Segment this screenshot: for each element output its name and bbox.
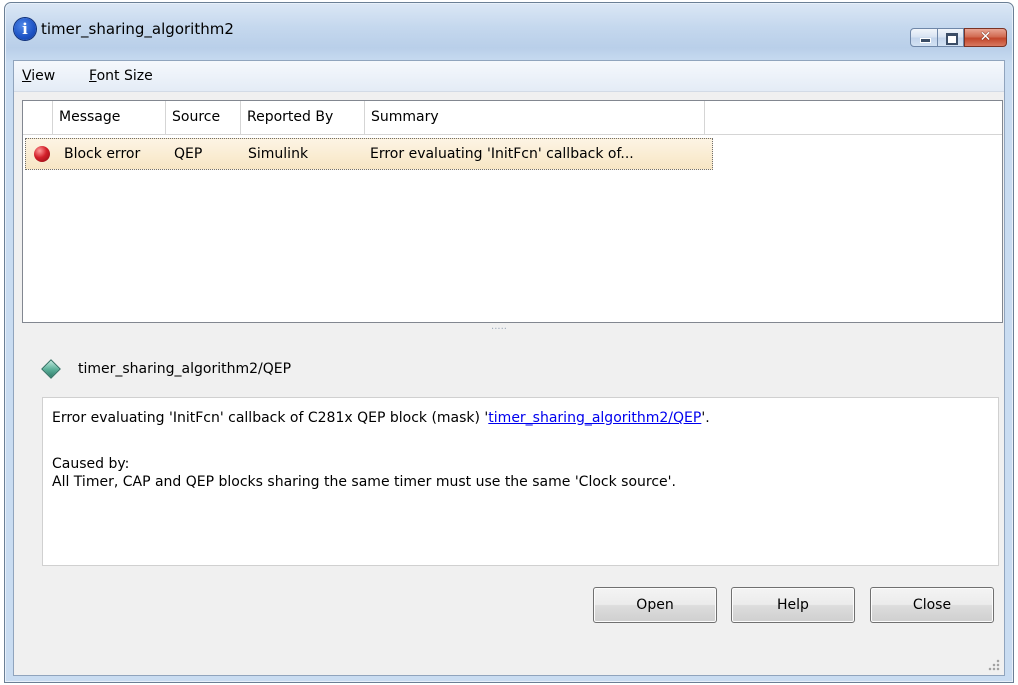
close-icon: ✕ <box>979 29 992 45</box>
splitter-grip[interactable]: ..... <box>484 322 514 332</box>
cell-summary: Error evaluating 'InitFcn' callback of..… <box>370 146 634 162</box>
menu-font-size-label: ont Size <box>96 68 153 84</box>
dialog-client-area: View Font Size Message Source Reported B… <box>13 60 1005 676</box>
maximize-button[interactable] <box>938 28 964 47</box>
window-title: timer_sharing_algorithm2 <box>41 20 234 38</box>
title-bar[interactable]: i timer_sharing_algorithm2 ✕ <box>5 3 1013 59</box>
block-path: timer_sharing_algorithm2/QEP <box>78 361 292 377</box>
column-header-message[interactable]: Message <box>53 101 166 134</box>
cell-message: Block error <box>64 146 141 162</box>
message-details: Error evaluating 'InitFcn' callback of C… <box>42 397 999 566</box>
column-header-reported-by[interactable]: Reported By <box>241 101 365 134</box>
cell-reported-by: Simulink <box>248 146 309 162</box>
caption-buttons: ✕ <box>910 4 1007 47</box>
menu-font-size-mnemonic: F <box>89 68 97 84</box>
dialog-window: i timer_sharing_algorithm2 ✕ View Font S… <box>4 2 1014 683</box>
error-line: Error evaluating 'InitFcn' callback of C… <box>52 409 710 427</box>
minimize-button[interactable] <box>910 28 938 47</box>
menu-font-size[interactable]: Font Size <box>89 67 153 85</box>
maximize-icon <box>946 33 958 45</box>
cause-text: All Timer, CAP and QEP blocks sharing th… <box>52 474 676 490</box>
cell-source: QEP <box>174 146 203 162</box>
minimize-icon <box>920 38 931 43</box>
simulink-block-icon <box>41 359 61 379</box>
close-window-button[interactable]: ✕ <box>964 28 1007 47</box>
table-header: Message Source Reported By Summary <box>23 101 1002 135</box>
block-link[interactable]: timer_sharing_algorithm2/QEP <box>488 410 701 426</box>
menu-view-label: iew <box>31 68 56 84</box>
error-icon <box>34 146 50 162</box>
open-button[interactable]: Open <box>593 587 717 623</box>
menu-view[interactable]: View <box>22 67 55 85</box>
table-row[interactable]: Block error QEP Simulink Error evaluatin… <box>25 138 713 170</box>
info-icon: i <box>14 18 36 40</box>
message-table: Message Source Reported By Summary Block… <box>22 100 1003 323</box>
caused-by-label: Caused by: <box>52 456 130 472</box>
column-header-summary[interactable]: Summary <box>365 101 705 134</box>
error-text-prefix: Error evaluating 'InitFcn' callback of C… <box>52 410 489 426</box>
resize-grip[interactable] <box>988 659 1000 671</box>
menu-bar: View Font Size <box>14 61 1004 92</box>
column-header-icon[interactable] <box>23 101 53 134</box>
error-text-suffix: '. <box>701 410 710 426</box>
help-button[interactable]: Help <box>731 587 855 623</box>
menu-view-mnemonic: V <box>22 68 32 84</box>
close-button[interactable]: Close <box>870 587 994 623</box>
column-header-source[interactable]: Source <box>166 101 241 134</box>
